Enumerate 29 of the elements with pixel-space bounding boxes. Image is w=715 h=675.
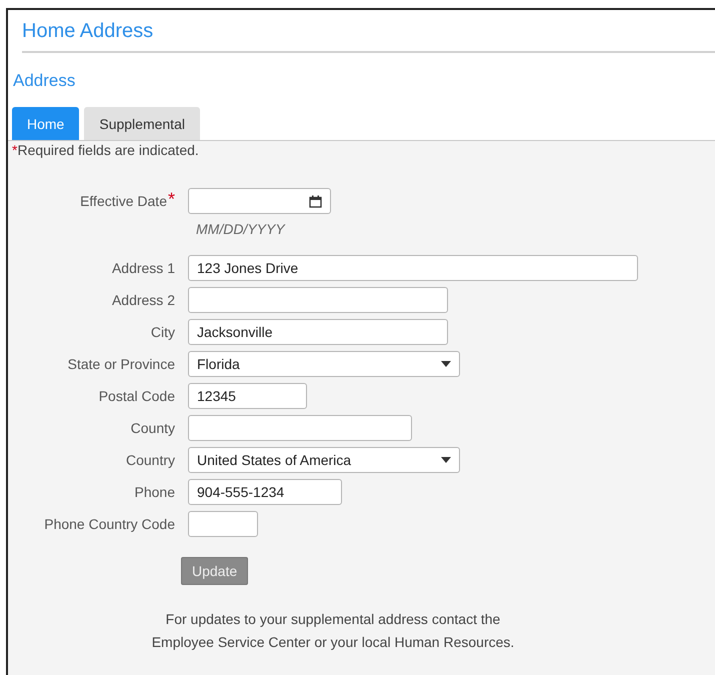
input-field[interactable]	[188, 415, 412, 441]
field-label: State or Province	[68, 356, 175, 372]
caret-icon	[441, 457, 451, 463]
field-label: City	[150, 324, 175, 340]
input-field[interactable]: 123 Jones Drive	[188, 255, 638, 281]
select-field[interactable]: United States of America	[188, 447, 460, 473]
input-field[interactable]: Jacksonville	[188, 319, 448, 345]
field-label: Address 2	[112, 292, 175, 308]
input-field[interactable]: 904-555-1234	[188, 479, 342, 505]
select-field[interactable]: Florida	[188, 351, 460, 377]
field-label: Effective Date*	[80, 193, 175, 209]
calendar-icon[interactable]	[309, 194, 322, 208]
section-title: Address	[13, 71, 76, 91]
field-label: Country	[126, 452, 175, 468]
date-field[interactable]	[188, 188, 331, 214]
input-field[interactable]	[188, 287, 448, 313]
input-field[interactable]: 12345	[188, 383, 307, 409]
field-label: Postal Code	[98, 388, 175, 404]
field-label: County	[130, 420, 175, 436]
field-label: Phone	[134, 484, 175, 500]
caret-icon	[441, 361, 451, 367]
input-field[interactable]	[188, 511, 258, 537]
field-label: Phone Country Code	[44, 516, 175, 532]
required-note: *Required fields are indicated.	[11, 142, 200, 158]
tab[interactable]: Supplemental	[84, 107, 200, 140]
field-label: Address 1	[112, 260, 175, 276]
supplemental-address-note: For updates to your supplemental address contact the Employee Service Center or your local Human Resources.	[150, 610, 516, 652]
page-title: Home Address	[22, 20, 715, 53]
date-format-hint: MM/DD/YYYY	[195, 220, 286, 237]
